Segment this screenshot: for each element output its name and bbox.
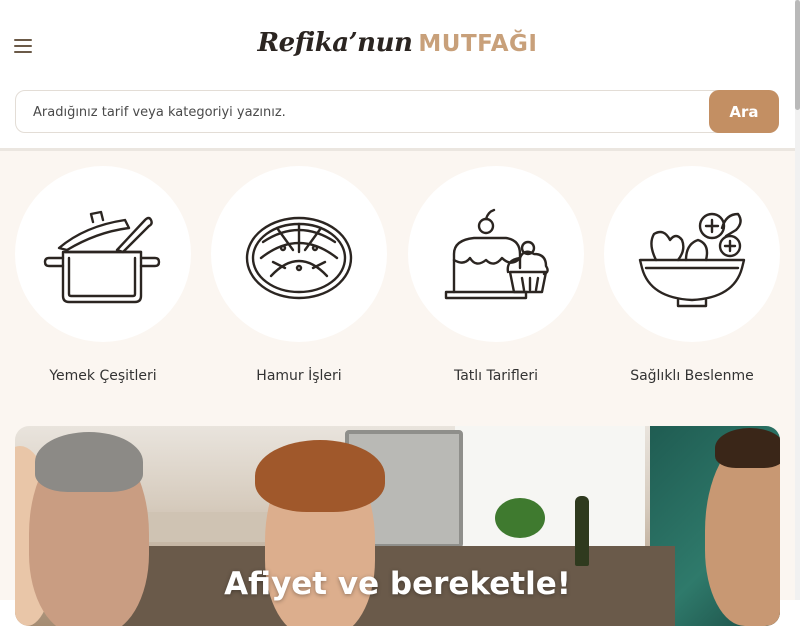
- category-circle: [15, 166, 191, 342]
- category-yemek[interactable]: Yemek Çeşitleri: [15, 166, 191, 384]
- site-logo[interactable]: Refika’nun MUTFAĞI: [0, 28, 795, 58]
- pot-icon: [43, 210, 161, 304]
- scrollbar-thumb[interactable]: [795, 0, 800, 110]
- logo-caps-text: MUTFAĞI: [418, 31, 538, 57]
- category-saglikli[interactable]: Sağlıklı Beslenme: [604, 166, 780, 384]
- hero-person-hair: [255, 440, 385, 512]
- bread-icon: [245, 216, 353, 300]
- category-label: Tatlı Tarifleri: [453, 368, 539, 384]
- category-label: Hamur İşleri: [256, 368, 342, 384]
- search-input[interactable]: [31, 91, 695, 134]
- category-circle: [408, 166, 584, 342]
- hero-person-hair: [715, 428, 780, 468]
- search-bar: Ara: [15, 90, 779, 134]
- category-label: Yemek Çeşitleri: [49, 368, 157, 384]
- category-tatli[interactable]: Tatlı Tarifleri: [408, 166, 584, 384]
- hero-bg-window: [455, 426, 645, 556]
- salad-bowl-icon: [638, 212, 746, 308]
- hero-bg-plant: [495, 498, 545, 538]
- category-hamur[interactable]: Hamur İşleri: [211, 166, 387, 384]
- logo-script-text: Refika’nun: [257, 28, 413, 58]
- hero-person-hair: [35, 432, 143, 492]
- category-circle: [604, 166, 780, 342]
- site-header: Refika’nun MUTFAĞI: [0, 0, 795, 90]
- category-label: Sağlıklı Beslenme: [630, 368, 754, 384]
- search-button[interactable]: Ara: [709, 90, 779, 133]
- cake-icon: [444, 208, 549, 300]
- hero-bg-bottle: [575, 496, 589, 566]
- category-circle: [211, 166, 387, 342]
- hero-banner[interactable]: Afiyet ve bereketle!: [15, 426, 780, 626]
- page-scrollbar[interactable]: [795, 0, 800, 600]
- hero-title: Afiyet ve bereketle!: [224, 566, 571, 602]
